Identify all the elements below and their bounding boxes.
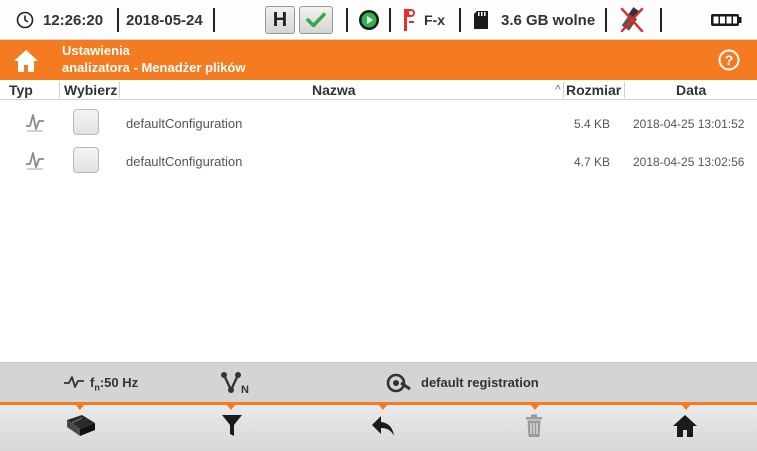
storage-label: 3.6 GB wolne — [501, 11, 596, 29]
waveform-icon — [63, 375, 85, 394]
clamp-label: F-x — [424, 12, 445, 28]
registration-label: default registration — [421, 375, 539, 390]
trash-icon — [525, 414, 543, 443]
frequency-label: fn:50 Hz — [90, 375, 139, 393]
file-name: defaultConfiguration — [126, 154, 243, 169]
memory-card-icon — [64, 414, 98, 443]
column-size[interactable]: Rozmiar — [566, 82, 621, 98]
title-line-2: analizatora - Menadżer plików — [62, 60, 246, 75]
clamp-icon — [401, 0, 417, 40]
waveform-file-icon — [24, 149, 46, 176]
delete-button[interactable] — [458, 405, 609, 451]
column-name[interactable]: Nazwa — [312, 82, 356, 98]
table-row[interactable]: defaultConfiguration 5.4 KB 2018-04-25 1… — [0, 104, 757, 142]
sd-card-icon — [473, 0, 489, 40]
file-size: 5.4 KB — [573, 117, 610, 131]
home-icon — [672, 414, 698, 443]
home-icon[interactable] — [13, 48, 39, 79]
back-button[interactable] — [307, 405, 458, 451]
network-type-icon: N — [220, 371, 254, 400]
title-line-1: Ustawienia — [62, 43, 130, 58]
filter-button[interactable] — [156, 405, 307, 451]
file-size: 4.7 KB — [573, 155, 610, 169]
status-time: 12:26:20 — [43, 11, 104, 29]
info-bar: fn:50 Hz N default registration — [0, 362, 757, 402]
status-date: 2018-05-24 — [126, 11, 203, 29]
play-circle-icon — [358, 0, 380, 40]
filter-icon — [221, 414, 243, 443]
sort-indicator: ^ — [555, 84, 561, 95]
check-icon — [299, 6, 333, 34]
svg-text:?: ? — [725, 52, 734, 68]
file-date: 2018-04-25 13:01:52 — [633, 117, 745, 131]
network-sub: N — [241, 384, 249, 395]
hold-label: H — [272, 8, 288, 31]
hold-button[interactable]: H — [265, 0, 295, 40]
waveform-file-icon — [24, 111, 46, 138]
column-date[interactable]: Data — [676, 82, 706, 98]
row-checkbox[interactable] — [73, 147, 99, 173]
status-bar: 12:26:20 2018-05-24 H F-x 3.6 GB wolne — [0, 0, 757, 40]
title-bar: Ustawienia analizatora - Menadżer plików… — [0, 40, 757, 80]
row-checkbox[interactable] — [73, 109, 99, 135]
file-name: defaultConfiguration — [126, 116, 243, 131]
column-type[interactable]: Typ — [9, 82, 33, 98]
clock-icon — [16, 0, 34, 40]
memory-button[interactable] — [5, 405, 156, 451]
confirm-button[interactable] — [299, 0, 333, 40]
home-button[interactable] — [609, 405, 757, 451]
battery-icon — [710, 0, 742, 40]
table-header: Typ Wybierz Nazwa ^ Rozmiar Data — [0, 80, 757, 100]
file-date: 2018-04-25 13:02:56 — [633, 155, 745, 169]
back-arrow-icon — [371, 415, 395, 442]
help-icon[interactable]: ? — [718, 49, 740, 76]
usb-disconnected-icon — [619, 0, 645, 40]
table-row[interactable]: defaultConfiguration 4.7 KB 2018-04-25 1… — [0, 142, 757, 180]
registration-icon — [386, 372, 412, 399]
column-select[interactable]: Wybierz — [64, 82, 117, 98]
